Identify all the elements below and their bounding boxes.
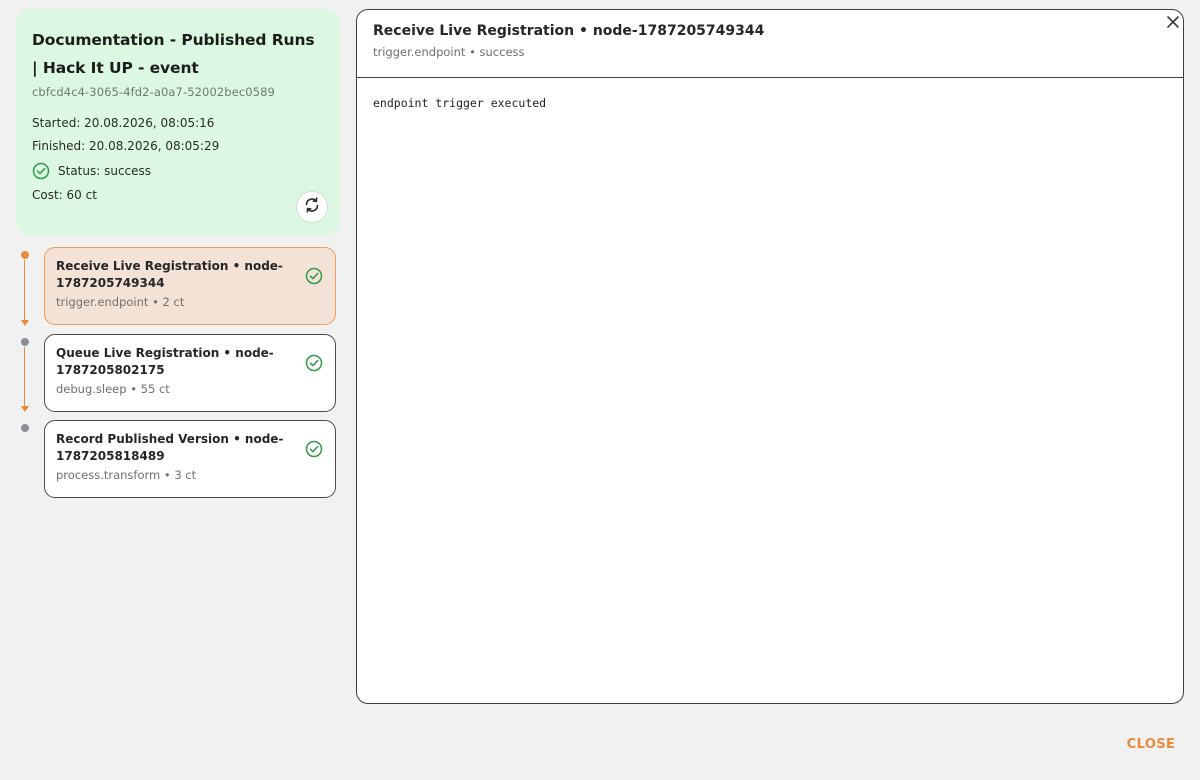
check-circle-icon: [305, 440, 323, 462]
check-circle-icon: [305, 267, 323, 289]
detail-title: Receive Live Registration • node-1787205…: [373, 23, 765, 39]
run-id: cbfcd4c4-3065-4fd2-a0a7-52002bec0589: [32, 85, 275, 99]
timeline-dot: [21, 338, 29, 346]
node-card-record-published-version[interactable]: Record Published Version • node-17872058…: [44, 420, 336, 498]
timeline-connector: [24, 260, 25, 320]
detail-output: endpoint trigger executed: [373, 96, 547, 110]
run-title: Documentation - Published Runs | Hack It…: [32, 31, 315, 77]
check-circle-icon: [305, 354, 323, 376]
node-detail-panel: Receive Live Registration • node-1787205…: [356, 9, 1184, 704]
timeline-dot: [21, 424, 29, 432]
node-title: Queue Live Registration • node-178720580…: [56, 346, 274, 377]
detail-subtitle: trigger.endpoint • success: [373, 45, 525, 59]
node-subtitle: process.transform • 3 ct: [56, 468, 197, 482]
node-title: Record Published Version • node-17872058…: [56, 432, 284, 463]
node-subtitle: trigger.endpoint • 2 ct: [56, 295, 185, 309]
node-card-queue-live-registration[interactable]: Queue Live Registration • node-178720580…: [44, 334, 336, 412]
run-summary-card: Documentation - Published Runs | Hack It…: [16, 9, 340, 235]
run-status-text: Status: success: [58, 164, 152, 178]
detail-header: Receive Live Registration • node-1787205…: [357, 10, 1183, 78]
close-icon: [1166, 14, 1180, 33]
refresh-icon: [303, 196, 321, 218]
refresh-button[interactable]: [296, 191, 328, 223]
run-started: Started: 20.08.2026, 08:05:16: [32, 116, 215, 130]
close-button[interactable]: CLOSE: [1118, 734, 1184, 756]
timeline-arrow: [21, 406, 29, 412]
run-finished: Finished: 20.08.2026, 08:05:29: [32, 139, 220, 153]
timeline-dot-active: [21, 251, 29, 259]
timeline-connector: [24, 347, 25, 406]
run-status: Status: success: [32, 158, 324, 184]
run-cost: Cost: 60 ct: [32, 188, 97, 202]
node-subtitle: debug.sleep • 55 ct: [56, 382, 170, 396]
node-title: Receive Live Registration • node-1787205…: [56, 259, 283, 290]
node-card-receive-live-registration[interactable]: Receive Live Registration • node-1787205…: [44, 247, 336, 325]
timeline-arrow: [21, 320, 29, 326]
check-circle-icon: [32, 162, 50, 180]
close-dialog-button[interactable]: [1163, 13, 1183, 33]
